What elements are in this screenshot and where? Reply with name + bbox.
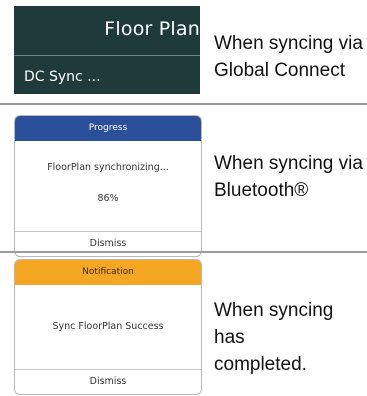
success-message: Sync FloorPlan Success: [52, 321, 164, 332]
caption-line: Global Connect: [214, 60, 345, 81]
notification-dialog: Notification Sync FloorPlan Success Dism…: [14, 259, 202, 395]
dc-sync-status: DC Sync ...: [24, 69, 101, 85]
caption-line: When syncing via: [214, 33, 363, 54]
dark-screen-panel: Floor Plan DC Sync ...: [14, 6, 200, 94]
notification-header: Notification: [15, 260, 201, 285]
floor-plan-title: Floor Plan: [104, 18, 200, 40]
caption-line: When syncing via: [214, 153, 363, 174]
caption-line: Bluetooth®: [214, 180, 309, 201]
section-divider: [0, 251, 367, 253]
caption-line: When syncing has: [214, 300, 334, 348]
caption-line: completed.: [214, 354, 307, 375]
progress-body: FloorPlan synchronizing... 86%: [15, 141, 201, 232]
progress-dialog: Progress FloorPlan synchronizing... 86% …: [14, 115, 202, 257]
header-separator: [14, 55, 200, 56]
caption-bluetooth: When syncing via Bluetooth®: [214, 150, 364, 204]
dismiss-button[interactable]: Dismiss: [15, 370, 201, 394]
notification-body: Sync FloorPlan Success: [15, 285, 201, 370]
caption-completed: When syncing has completed.: [214, 297, 364, 378]
section-divider: [0, 103, 367, 105]
sync-message: FloorPlan synchronizing...: [47, 162, 169, 173]
progress-header: Progress: [15, 116, 201, 141]
caption-global-connect: When syncing via Global Connect: [214, 30, 364, 84]
progress-percent: 86%: [97, 193, 119, 204]
